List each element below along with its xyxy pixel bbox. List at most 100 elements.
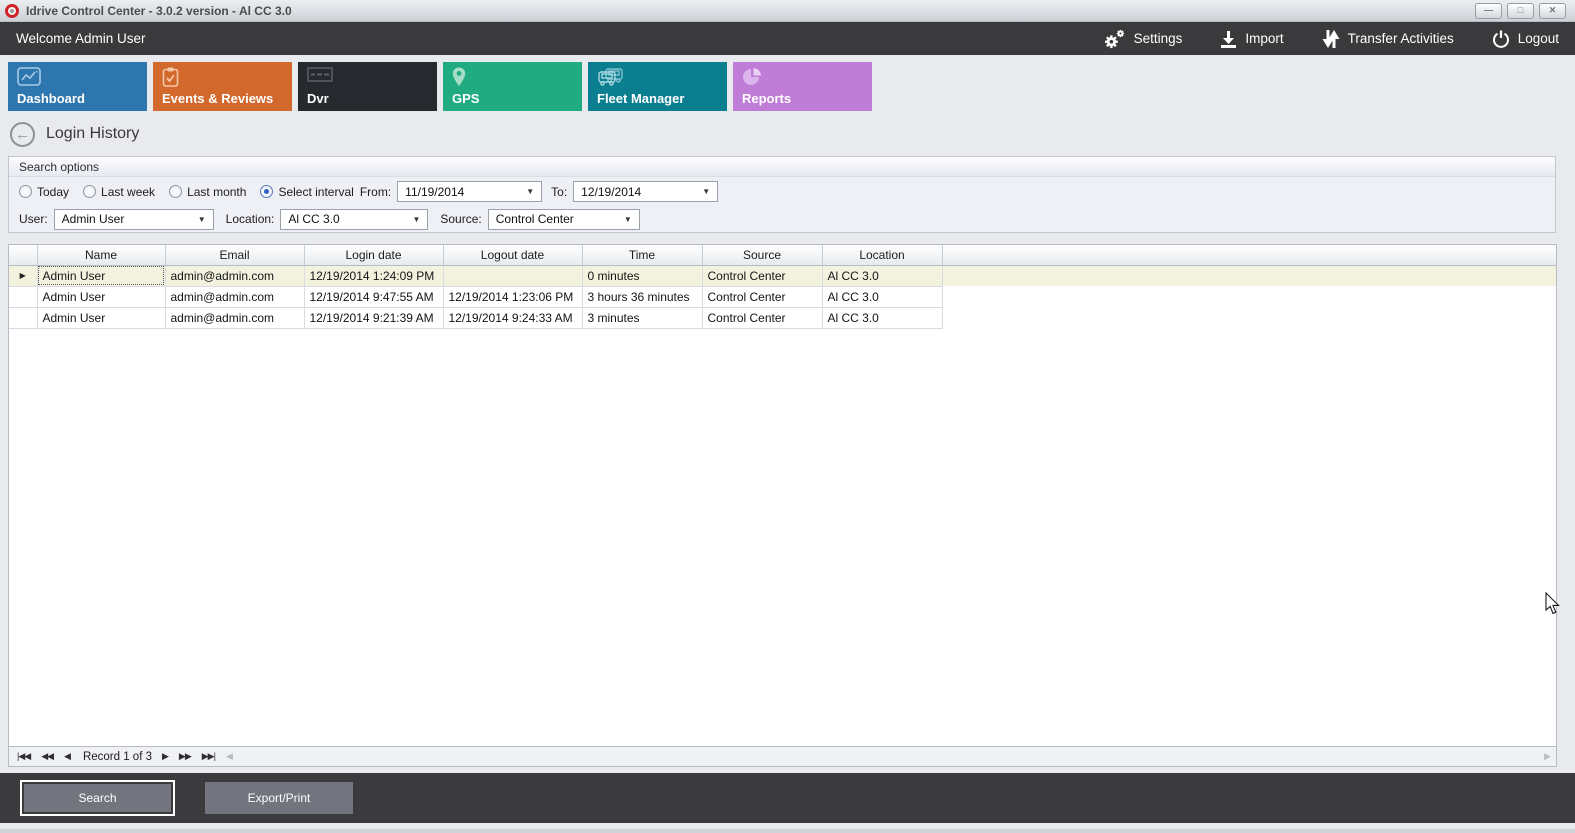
gears-icon <box>1104 29 1126 49</box>
close-button[interactable]: ✕ <box>1539 3 1566 19</box>
grid-cell[interactable]: 0 minutes <box>582 265 702 286</box>
to-date-picker[interactable]: 12/19/2014 ▼ <box>573 181 718 202</box>
grid-filler-cell <box>942 265 1556 286</box>
minimize-button[interactable]: — <box>1475 3 1502 19</box>
last-record-button[interactable]: ▶▶| <box>202 752 215 761</box>
search-options-panel: Search options Today Last week Last mont… <box>8 156 1556 233</box>
grid-column-header[interactable]: Name <box>37 245 165 265</box>
table-row[interactable]: Admin Useradmin@admin.com12/19/2014 9:47… <box>9 286 1556 307</box>
import-button[interactable]: Import <box>1220 30 1283 48</box>
grid-cell[interactable]: Admin User <box>37 265 165 286</box>
grid-cell[interactable]: admin@admin.com <box>165 265 304 286</box>
radio-select-interval[interactable]: Select interval <box>260 185 353 199</box>
transfer-arrows-icon <box>1322 29 1340 49</box>
grid-cell[interactable]: Admin User <box>37 286 165 307</box>
clipboard-check-icon <box>162 67 179 92</box>
user-dropdown[interactable]: Admin User ▼ <box>54 209 214 230</box>
row-indicator-cell <box>9 286 37 307</box>
page-title: Login History <box>46 125 139 143</box>
grid-cell[interactable]: Control Center <box>702 307 822 328</box>
grid-cell[interactable]: 12/19/2014 9:24:33 AM <box>443 307 582 328</box>
transfer-activities-label: Transfer Activities <box>1348 31 1454 46</box>
power-icon <box>1492 30 1510 48</box>
table-row[interactable]: Admin Useradmin@admin.com12/19/2014 9:21… <box>9 307 1556 328</box>
grid-cell[interactable]: Al CC 3.0 <box>822 265 942 286</box>
search-button[interactable]: Search <box>24 784 171 812</box>
back-button[interactable]: ← <box>10 122 35 147</box>
welcome-text: Welcome Admin User <box>16 31 146 46</box>
export-print-button[interactable]: Export/Print <box>205 782 353 814</box>
grid-filler-cell <box>942 307 1556 328</box>
grid-cell[interactable]: Admin User <box>37 307 165 328</box>
logout-button[interactable]: Logout <box>1492 30 1559 48</box>
from-label: From: <box>360 185 391 199</box>
radio-select-interval-label: Select interval <box>278 185 353 199</box>
location-label: Location: <box>226 212 275 226</box>
from-date-picker[interactable]: 11/19/2014 ▼ <box>397 181 542 202</box>
logout-label: Logout <box>1518 31 1559 46</box>
source-dropdown[interactable]: Control Center ▼ <box>488 209 640 230</box>
tile-fleet-manager-label: Fleet Manager <box>597 91 684 106</box>
record-count-label: Record 1 of 3 <box>83 751 152 763</box>
grid-cell[interactable]: Al CC 3.0 <box>822 286 942 307</box>
grid-column-header[interactable]: Login date <box>304 245 443 265</box>
grid-cell[interactable]: 12/19/2014 1:23:06 PM <box>443 286 582 307</box>
tile-events-reviews[interactable]: Events & Reviews <box>153 62 292 111</box>
row-indicator-cell: ▶ <box>9 265 37 286</box>
hscroll-right-arrow[interactable]: ▶ <box>1544 752 1550 761</box>
trucks-icon <box>597 67 625 91</box>
grid-table: NameEmailLogin dateLogout dateTimeSource… <box>9 245 1556 329</box>
fast-prev-record-button[interactable]: ◀◀ <box>41 752 53 761</box>
grid-cell[interactable]: 3 hours 36 minutes <box>582 286 702 307</box>
grid-cell[interactable]: Al CC 3.0 <box>822 307 942 328</box>
radio-last-week[interactable]: Last week <box>83 185 155 199</box>
first-record-button[interactable]: |◀◀ <box>17 752 30 761</box>
grid-cell[interactable]: admin@admin.com <box>165 286 304 307</box>
grid-cell[interactable] <box>443 265 582 286</box>
import-label: Import <box>1245 31 1283 46</box>
from-date-value: 11/19/2014 <box>405 185 464 199</box>
pie-chart-icon <box>742 67 762 92</box>
table-row[interactable]: ▶Admin Useradmin@admin.com12/19/2014 1:2… <box>9 265 1556 286</box>
grid-column-header[interactable]: Email <box>165 245 304 265</box>
location-dropdown[interactable]: Al CC 3.0 ▼ <box>280 209 428 230</box>
grid-column-header[interactable]: Logout date <box>443 245 582 265</box>
tile-fleet-manager[interactable]: Fleet Manager <box>588 62 727 111</box>
grid-cell[interactable]: Control Center <box>702 286 822 307</box>
grid-column-header[interactable]: Source <box>702 245 822 265</box>
tile-gps[interactable]: GPS <box>443 62 582 111</box>
fast-next-record-button[interactable]: ▶▶ <box>179 752 191 761</box>
radio-last-month[interactable]: Last month <box>169 185 246 199</box>
grid-column-header[interactable]: Location <box>822 245 942 265</box>
tile-dashboard[interactable]: Dashboard <box>8 62 147 111</box>
grid-cell[interactable]: 3 minutes <box>582 307 702 328</box>
chevron-down-icon: ▼ <box>198 215 206 224</box>
grid-cell[interactable]: 12/19/2014 9:47:55 AM <box>304 286 443 307</box>
grid-cell[interactable]: 12/19/2014 1:24:09 PM <box>304 265 443 286</box>
user-value: Admin User <box>62 212 125 226</box>
grid-empty-area <box>9 329 1556 747</box>
transfer-activities-button[interactable]: Transfer Activities <box>1322 29 1454 49</box>
next-record-button[interactable]: ▶ <box>162 752 168 761</box>
row-indicator-cell <box>9 307 37 328</box>
grid-filler-cell <box>942 286 1556 307</box>
grid-cell[interactable]: Control Center <box>702 265 822 286</box>
app-logo-icon <box>5 4 19 18</box>
hscroll-left-arrow[interactable]: ◀ <box>226 752 232 761</box>
grid-cell[interactable]: admin@admin.com <box>165 307 304 328</box>
chevron-down-icon: ▼ <box>702 187 710 196</box>
settings-button[interactable]: Settings <box>1104 29 1183 49</box>
prev-record-button[interactable]: ◀ <box>64 752 70 761</box>
tile-dvr-label: Dvr <box>307 91 329 106</box>
tile-dvr[interactable]: Dvr <box>298 62 437 111</box>
page-header: ← Login History <box>10 119 1575 149</box>
search-options-title: Search options <box>9 157 1555 177</box>
to-date-value: 12/19/2014 <box>581 185 641 199</box>
maximize-button[interactable]: □ <box>1507 3 1534 19</box>
grid-cell[interactable]: 12/19/2014 9:21:39 AM <box>304 307 443 328</box>
grid-body: ▶Admin Useradmin@admin.com12/19/2014 1:2… <box>9 265 1556 328</box>
radio-today[interactable]: Today <box>19 185 69 199</box>
tile-reports[interactable]: Reports <box>733 62 872 111</box>
grid-column-header[interactable]: Time <box>582 245 702 265</box>
tile-dashboard-label: Dashboard <box>17 91 85 106</box>
